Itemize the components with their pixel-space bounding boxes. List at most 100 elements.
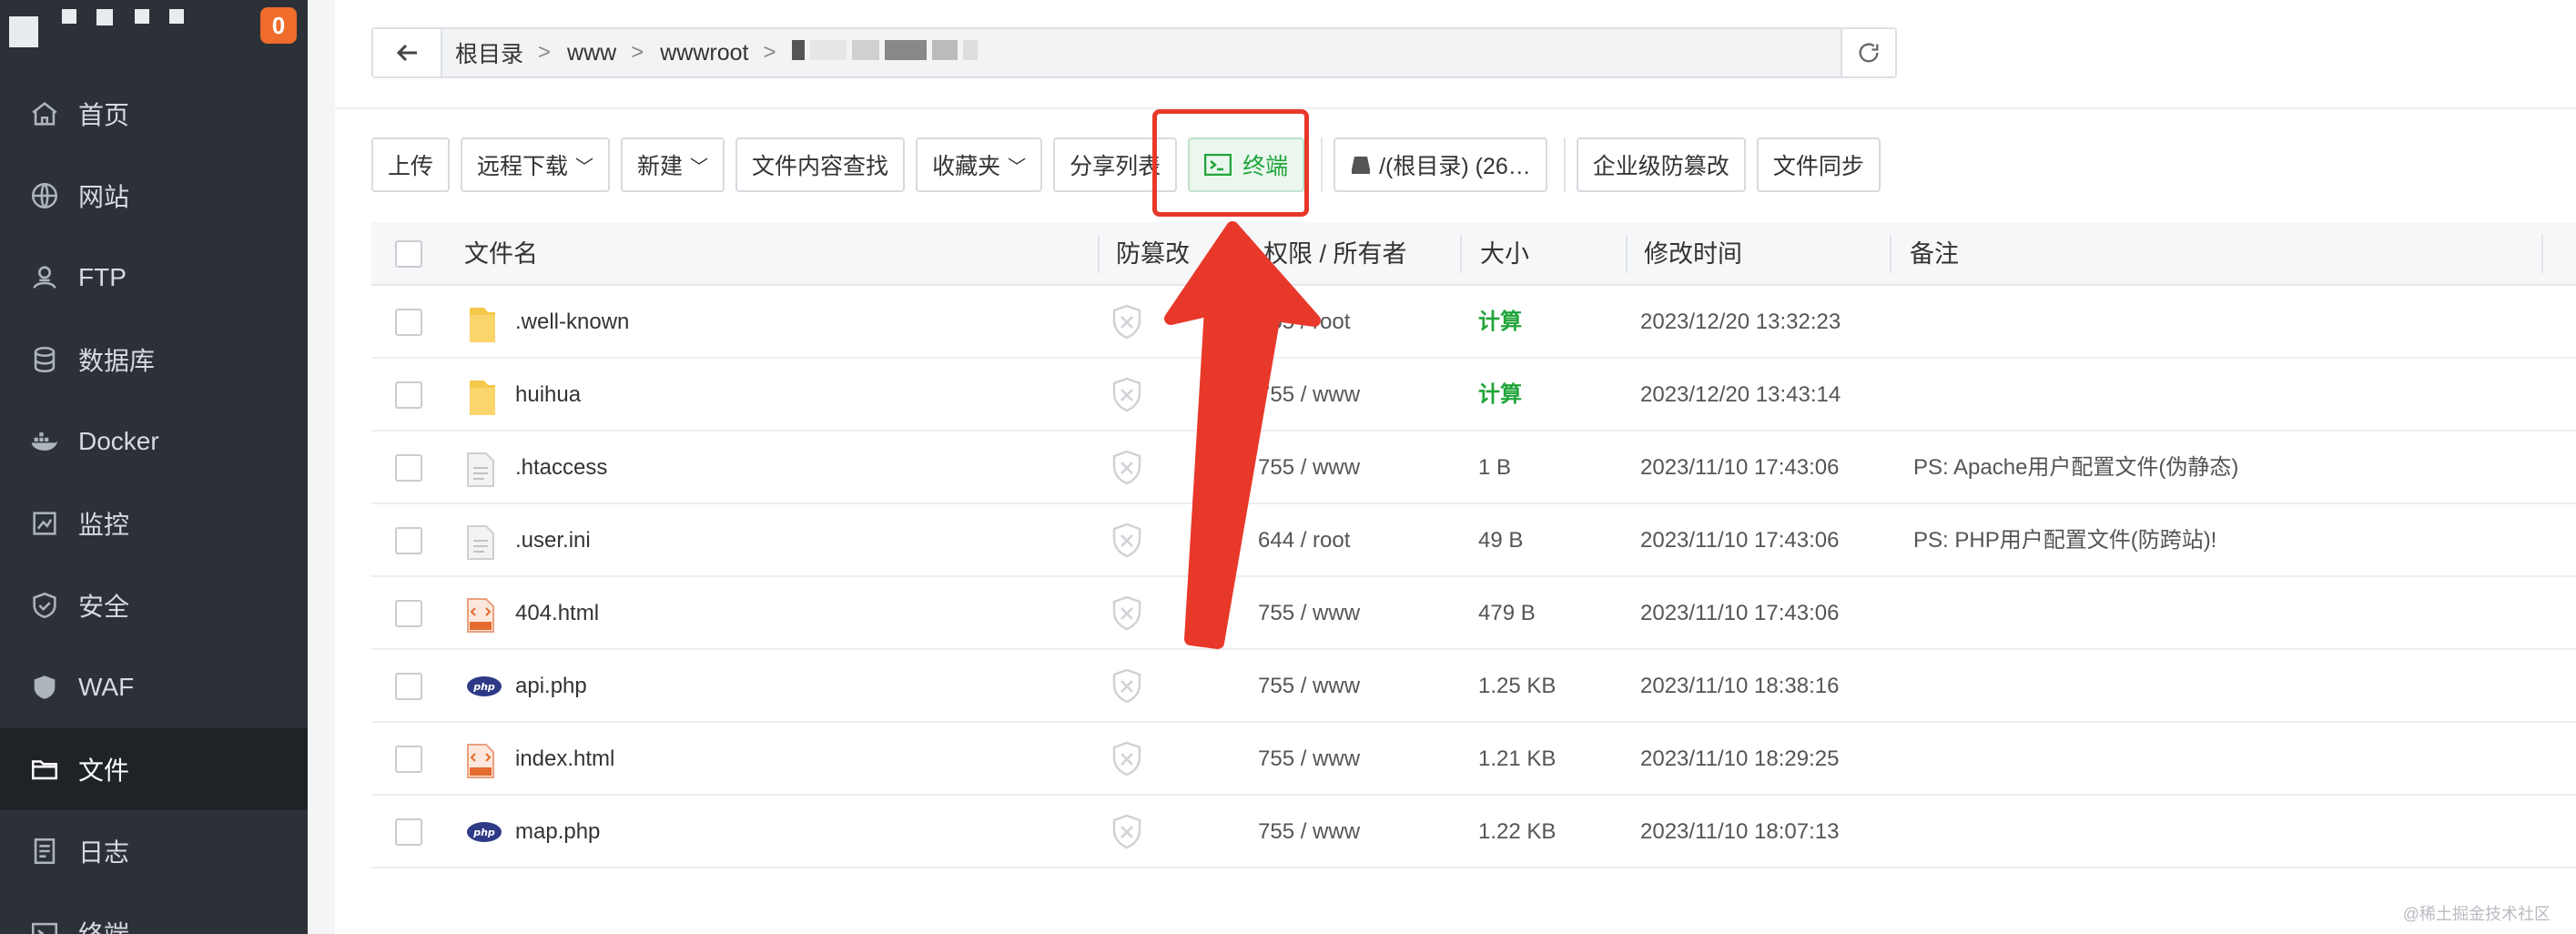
column-divider <box>1460 235 1462 273</box>
sidebar-item-monitor[interactable]: 监控 <box>0 482 308 564</box>
sidebar-item-website[interactable]: 网站 <box>0 155 308 237</box>
file-name[interactable]: .user.ini <box>515 504 591 577</box>
favorites-label: 收藏夹 <box>932 154 1001 179</box>
search-content-button[interactable]: 文件内容查找 <box>735 137 906 192</box>
file-permission[interactable]: 644 / root <box>1258 504 1350 577</box>
header-note: 备注 <box>1910 240 1959 268</box>
file-name[interactable]: huihua <box>515 359 581 431</box>
refresh-button[interactable] <box>1841 29 1895 76</box>
sidebar-item-logs[interactable]: 日志 <box>0 810 308 892</box>
sidebar-item-home[interactable]: 首页 <box>0 73 308 155</box>
globe-icon <box>29 180 60 211</box>
sidebar-item-database[interactable]: 数据库 <box>0 319 308 401</box>
notification-badge[interactable]: 0 <box>260 7 297 44</box>
file-name[interactable]: api.php <box>515 650 587 723</box>
row-checkbox[interactable] <box>395 673 422 700</box>
remote-download-button[interactable]: 远程下载 ﹀ <box>461 137 611 192</box>
row-checkbox[interactable] <box>395 527 422 554</box>
column-divider <box>1890 235 1891 273</box>
divider <box>335 107 2576 109</box>
back-button[interactable] <box>373 29 442 76</box>
sidebar-item-security[interactable]: 安全 <box>0 564 308 646</box>
file-permission[interactable]: 755 / root <box>1258 286 1350 359</box>
file-name[interactable]: index.html <box>515 723 614 796</box>
table-row[interactable]: .well-known 755 / root 计算 2023/12/20 13:32:… <box>371 286 2576 359</box>
sidebar: 0 首页 网站 FTP 数据库 Docker 监控 安全 WAF 文件 日志 <box>0 0 308 934</box>
header-perm[interactable]: 权限 / 所有者 <box>1263 222 1407 286</box>
file-note[interactable]: PS: PHP用户配置文件(防跨站)! <box>1913 504 2216 577</box>
table-row[interactable]: .htaccess 755 / www 1 B 2023/11/10 17:43:06… <box>371 431 2576 504</box>
file-name[interactable]: 404.html <box>515 577 599 650</box>
terminal-icon <box>29 918 60 934</box>
file-sync-label: 文件同步 <box>1772 154 1864 179</box>
tamper-shield-icon[interactable] <box>1111 523 1143 565</box>
sidebar-item-waf[interactable]: WAF <box>0 646 308 728</box>
row-checkbox[interactable] <box>395 818 422 846</box>
table-row[interactable]: php api.php 755 / www 1.25 KB 2023/11/10 18:… <box>371 650 2576 723</box>
file-permission[interactable]: 755 / www <box>1258 577 1360 650</box>
sidebar-item-ftp[interactable]: FTP <box>0 237 308 319</box>
table-row[interactable]: php map.php 755 / www 1.22 KB 2023/11/10 18:… <box>371 796 2576 868</box>
header-name[interactable]: 文件名 <box>464 222 538 286</box>
tamper-shield-icon[interactable] <box>1111 377 1143 420</box>
new-button[interactable]: 新建 ﹀ <box>621 137 725 192</box>
row-checkbox[interactable] <box>395 600 422 627</box>
file-mtime: 2023/12/20 13:43:14 <box>1640 382 1841 407</box>
tamper-shield-icon[interactable] <box>1111 450 1143 492</box>
file-note[interactable]: PS: Apache用户配置文件(伪静态) <box>1913 431 2238 504</box>
sidebar-item-terminal[interactable]: 终端 <box>0 892 308 934</box>
new-label: 新建 <box>637 154 684 179</box>
file-size[interactable]: 计算 <box>1478 359 1522 431</box>
row-checkbox[interactable] <box>395 309 422 336</box>
row-checkbox[interactable] <box>395 746 422 773</box>
row-checkbox[interactable] <box>395 454 422 482</box>
table-row[interactable]: index.html 755 / www 1.21 KB 2023/11/10 18:… <box>371 723 2576 796</box>
sidebar-item-docker[interactable]: Docker <box>0 401 308 482</box>
search-content-label: 文件内容查找 <box>752 154 889 179</box>
tamper-shield-icon[interactable] <box>1111 814 1143 857</box>
tamper-shield-icon[interactable] <box>1111 741 1143 784</box>
chevron-down-icon: ﹀ <box>690 157 709 178</box>
file-permission[interactable]: 755 / www <box>1258 723 1360 796</box>
header-mtime[interactable]: 修改时间 <box>1644 222 1742 286</box>
file-permission[interactable]: 755 / www <box>1258 431 1360 504</box>
file-name[interactable]: map.php <box>515 796 600 868</box>
ftp-icon <box>29 262 60 293</box>
breadcrumb-item[interactable]: 根目录 <box>455 36 523 69</box>
file-name[interactable]: .htaccess <box>515 431 607 504</box>
disk-icon <box>1352 157 1371 174</box>
select-all-checkbox[interactable] <box>395 240 422 268</box>
file-mtime: 2023/11/10 17:43:06 <box>1640 528 1840 553</box>
table-row[interactable]: huihua 755 / www 计算 2023/12/20 13:43:14 <box>371 359 2576 431</box>
file-size[interactable]: 计算 <box>1478 286 1522 359</box>
file-name[interactable]: .well-known <box>515 286 629 359</box>
tamper-shield-icon[interactable] <box>1111 304 1143 347</box>
remote-download-label: 远程下载 <box>477 154 569 179</box>
upload-label: 上传 <box>388 154 434 179</box>
file-table: 文件名 防篡改 权限 / 所有者 大小 修改时间 备注 .well-known 7… <box>371 222 2576 868</box>
file-permission[interactable]: 755 / www <box>1258 796 1360 868</box>
tamper-shield-icon[interactable] <box>1111 668 1143 711</box>
breadcrumb-item[interactable]: wwwroot <box>660 40 748 66</box>
tamper-proof-button[interactable]: 企业级防篡改 <box>1576 137 1746 192</box>
table-row[interactable]: 404.html 755 / www 479 B 2023/11/10 17:43:0… <box>371 577 2576 650</box>
favorites-button[interactable]: 收藏夹 ﹀ <box>916 137 1043 192</box>
file-permission[interactable]: 755 / www <box>1258 650 1360 723</box>
disk-button[interactable]: /(根目录) (26… <box>1334 137 1547 192</box>
sidebar-item-files[interactable]: 文件 <box>0 728 308 810</box>
file-sync-button[interactable]: 文件同步 <box>1756 137 1881 192</box>
file-size: 1.25 KB <box>1478 674 1557 698</box>
column-divider <box>2541 235 2543 273</box>
upload-button[interactable]: 上传 <box>371 137 451 192</box>
row-checkbox[interactable] <box>395 381 422 409</box>
file-permission[interactable]: 755 / www <box>1258 359 1360 431</box>
breadcrumb-separator: > <box>538 40 552 65</box>
file-mtime: 2023/11/10 17:43:06 <box>1640 455 1840 480</box>
tamper-shield-icon[interactable] <box>1111 595 1143 638</box>
file-size: 479 B <box>1478 601 1536 625</box>
svg-text:php: php <box>472 681 495 693</box>
log-icon <box>29 836 60 867</box>
breadcrumb-item[interactable]: www <box>567 40 616 66</box>
table-row[interactable]: .user.ini 644 / root 49 B 2023/11/10 17:43:… <box>371 504 2576 577</box>
header-size[interactable]: 大小 <box>1480 222 1529 286</box>
